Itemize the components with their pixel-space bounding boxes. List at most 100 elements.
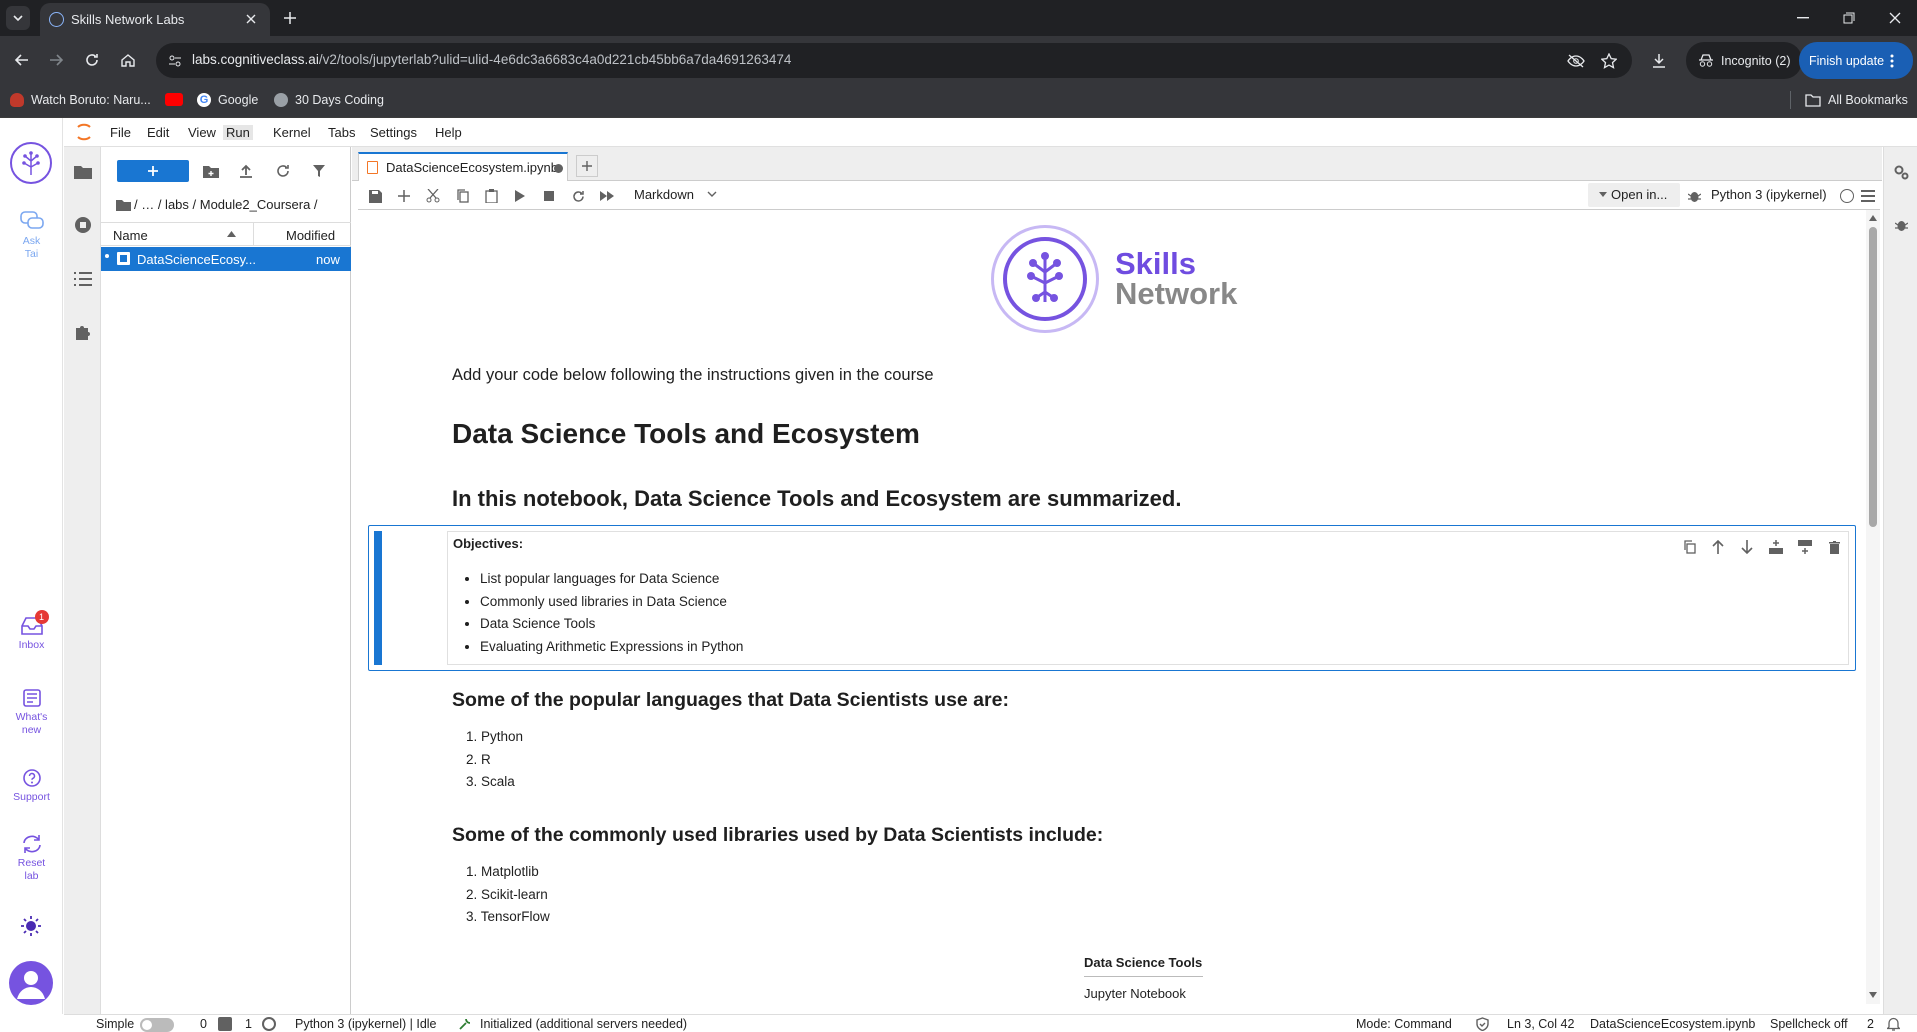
rail-whats-new[interactable]: What's new bbox=[0, 688, 63, 737]
bookmark-boruto[interactable]: Watch Boruto: Naru... bbox=[10, 93, 151, 107]
new-folder-icon[interactable] bbox=[201, 161, 221, 181]
menu-view[interactable]: View bbox=[188, 125, 216, 140]
move-down-icon[interactable] bbox=[1738, 538, 1756, 556]
file-browser-folder-icon[interactable] bbox=[71, 160, 95, 184]
skills-network-logo-icon[interactable] bbox=[10, 142, 52, 184]
bookmark-youtube[interactable] bbox=[165, 93, 190, 106]
scroll-up-arrow-icon[interactable] bbox=[1869, 215, 1877, 221]
extensions-puzzle-icon[interactable] bbox=[71, 320, 95, 344]
duplicate-cell-icon[interactable] bbox=[1680, 538, 1698, 556]
bookmark-30-days-coding[interactable]: 30 Days Coding bbox=[274, 93, 384, 107]
delete-cell-icon[interactable] bbox=[1825, 538, 1843, 556]
unsaved-dot-icon[interactable] bbox=[554, 164, 563, 173]
home-icon[interactable] bbox=[116, 48, 140, 72]
hamburger-menu-icon[interactable] bbox=[1860, 188, 1876, 204]
restore-icon[interactable] bbox=[1826, 4, 1872, 32]
paste-icon[interactable] bbox=[483, 188, 499, 204]
insert-below-icon[interactable] bbox=[1796, 538, 1814, 556]
insert-cell-icon[interactable] bbox=[396, 188, 412, 204]
rail-support[interactable]: Support bbox=[0, 768, 63, 804]
notebook-tab[interactable]: DataScienceEcosystem.ipynb bbox=[358, 152, 568, 181]
url-host: labs.cognitiveclass.ai bbox=[192, 52, 319, 67]
theme-sun-icon[interactable] bbox=[19, 914, 43, 938]
menu-settings[interactable]: Settings bbox=[370, 125, 417, 140]
open-in-button[interactable]: Open in... bbox=[1588, 183, 1680, 207]
cell-editor[interactable]: Objectives: List popular languages for D… bbox=[447, 531, 1849, 665]
cell-type-select[interactable]: Markdown bbox=[634, 187, 694, 202]
notebook-scrollbar[interactable] bbox=[1866, 210, 1880, 1004]
tab-search-icon[interactable] bbox=[6, 6, 30, 30]
download-icon[interactable] bbox=[1648, 50, 1670, 72]
breadcrumb[interactable]: / … / labs / Module2_Coursera / bbox=[134, 197, 318, 212]
file-name: DataScienceEcosy... bbox=[137, 252, 256, 267]
copy-icon[interactable] bbox=[454, 188, 470, 204]
table-of-contents-icon[interactable] bbox=[71, 267, 95, 291]
open-in-label: Open in... bbox=[1611, 187, 1668, 202]
column-name-header[interactable]: Name bbox=[113, 228, 148, 243]
scroll-down-arrow-icon[interactable] bbox=[1869, 992, 1877, 998]
menu-edit[interactable]: Edit bbox=[147, 125, 169, 140]
bookmark-star-icon[interactable] bbox=[1599, 51, 1619, 71]
move-up-icon[interactable] bbox=[1709, 538, 1727, 556]
menu-tabs[interactable]: Tabs bbox=[328, 125, 355, 140]
forward-icon[interactable] bbox=[44, 48, 68, 72]
refresh-icon[interactable] bbox=[273, 161, 293, 181]
back-icon[interactable] bbox=[10, 48, 34, 72]
new-tab-icon[interactable] bbox=[278, 7, 302, 29]
rail-inbox[interactable]: 1 Inbox bbox=[0, 610, 63, 652]
cursor-position[interactable]: Ln 3, Col 42 bbox=[1507, 1017, 1574, 1031]
all-bookmarks[interactable]: All Bookmarks bbox=[1805, 93, 1908, 107]
column-modified-header[interactable]: Modified bbox=[286, 228, 335, 243]
debugger-bug-icon[interactable] bbox=[1893, 217, 1909, 233]
stop-icon[interactable] bbox=[541, 188, 557, 204]
restart-icon[interactable] bbox=[570, 188, 586, 204]
fast-forward-icon[interactable] bbox=[599, 188, 615, 204]
save-icon[interactable] bbox=[367, 188, 383, 204]
upload-icon[interactable] bbox=[236, 161, 256, 181]
chevron-down-icon[interactable] bbox=[707, 191, 717, 197]
menu-help[interactable]: Help bbox=[435, 125, 462, 140]
add-tab-icon[interactable] bbox=[576, 155, 598, 177]
insert-above-icon[interactable] bbox=[1767, 538, 1785, 556]
kernel-name[interactable]: Python 3 (ipykernel) bbox=[1711, 187, 1827, 202]
incognito-button[interactable]: Incognito (2) bbox=[1686, 42, 1803, 79]
new-launcher-button[interactable] bbox=[117, 160, 189, 182]
close-window-icon[interactable] bbox=[1872, 4, 1917, 32]
reload-icon[interactable] bbox=[80, 48, 104, 72]
scroll-thumb[interactable] bbox=[1869, 227, 1877, 527]
menu-file[interactable]: File bbox=[110, 125, 131, 140]
file-row[interactable]: DataScienceEcosy... now bbox=[101, 247, 351, 271]
simple-mode-label: Simple bbox=[96, 1017, 135, 1031]
list-item: 1. Python bbox=[466, 729, 524, 744]
divider bbox=[253, 223, 254, 246]
running-sessions-icon[interactable] bbox=[71, 213, 95, 237]
reset-icon bbox=[22, 835, 41, 853]
minimize-icon[interactable] bbox=[1780, 4, 1826, 32]
bug-debugger-icon[interactable] bbox=[1686, 188, 1702, 204]
rail-reset-lab[interactable]: Reset lab bbox=[0, 834, 63, 883]
terminal-icon bbox=[218, 1017, 232, 1031]
property-inspector-gears-icon[interactable] bbox=[1893, 164, 1909, 180]
site-info-icon[interactable] bbox=[166, 52, 184, 70]
home-folder-icon[interactable] bbox=[116, 199, 131, 211]
close-tab-icon[interactable] bbox=[242, 10, 260, 28]
simple-mode-toggle[interactable] bbox=[140, 1018, 174, 1032]
filter-icon[interactable] bbox=[309, 161, 329, 181]
menu-kernel[interactable]: Kernel bbox=[273, 125, 311, 140]
avatar[interactable] bbox=[9, 961, 53, 1005]
kernel-status[interactable]: Python 3 (ipykernel) | Idle bbox=[295, 1017, 437, 1031]
run-icon[interactable] bbox=[512, 188, 528, 204]
menu-run[interactable]: Run bbox=[223, 125, 253, 140]
rail-ask-tai[interactable]: Ask Tai bbox=[0, 210, 63, 261]
globe-icon bbox=[274, 93, 288, 107]
cut-icon[interactable] bbox=[425, 188, 441, 204]
finish-update-button[interactable]: Finish update bbox=[1799, 42, 1913, 79]
browser-tab[interactable]: Skills Network Labs bbox=[40, 3, 270, 36]
lsp-status[interactable]: Initialized (additional servers needed) bbox=[480, 1017, 687, 1031]
bookmark-google[interactable]: G Google bbox=[197, 93, 258, 107]
cell-collapser[interactable] bbox=[374, 531, 382, 665]
eye-off-icon[interactable] bbox=[1566, 51, 1586, 71]
bell-icon[interactable] bbox=[1887, 1017, 1900, 1031]
notebook-orange-icon bbox=[367, 161, 378, 174]
spellcheck-status[interactable]: Spellcheck off bbox=[1770, 1017, 1848, 1031]
